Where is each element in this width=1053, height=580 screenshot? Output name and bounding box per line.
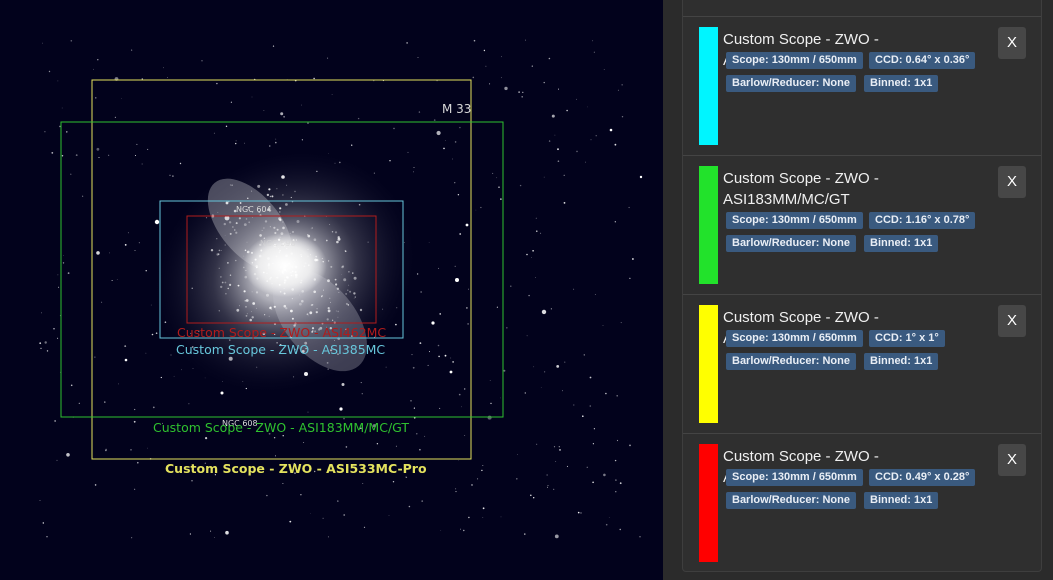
fov-label-asi533mc-pro: Custom Scope - ZWO - ASI533MC-Pro xyxy=(165,461,427,476)
ccd-badge: CCD: 0.64° x 0.36° xyxy=(869,52,976,69)
ngc604-label: NGC 604 xyxy=(236,205,272,214)
scope-badge: Scope: 130mm / 650mm xyxy=(726,52,863,69)
equipment-card-asi385mc: Custom Scope - ZWO - ASI385MC Scope: 130… xyxy=(683,16,1041,154)
color-swatch xyxy=(699,305,718,423)
equipment-card-asi183mm: Custom Scope - ZWO - ASI183MM/MC/GT Scop… xyxy=(683,155,1041,293)
equipment-list: Custom Scope - ZWO - ASI385MC Scope: 130… xyxy=(682,0,1042,572)
barlow-badge: Barlow/Reducer: None xyxy=(726,235,856,252)
color-swatch xyxy=(699,444,718,562)
fov-label-asi183: Custom Scope - ZWO - ASI183MM/MC/GT xyxy=(153,420,409,435)
ccd-badge: CCD: 1.16° x 0.78° xyxy=(869,212,976,229)
remove-button[interactable]: X xyxy=(998,444,1026,476)
color-swatch xyxy=(699,166,718,284)
scope-badge: Scope: 130mm / 650mm xyxy=(726,330,863,347)
ccd-badge: CCD: 1° x 1° xyxy=(869,330,945,347)
barlow-badge: Barlow/Reducer: None xyxy=(726,75,856,92)
ccd-badge: CCD: 0.49° x 0.28° xyxy=(869,469,976,486)
scope-badge: Scope: 130mm / 650mm xyxy=(726,469,863,486)
sky-view[interactable]: M 33 NGC 604 NGC 598 NGC 608 Custom Scop… xyxy=(0,0,663,580)
binned-badge: Binned: 1x1 xyxy=(864,492,939,509)
equipment-card-asi533mc-pro: Custom Scope - ZWO - ASI533MC-Pro Scope:… xyxy=(683,294,1041,432)
ngc598-label: NGC 598 xyxy=(260,239,296,248)
m33-label: M 33 xyxy=(442,102,471,116)
binned-badge: Binned: 1x1 xyxy=(864,235,939,252)
card-title: Custom Scope - ZWO - ASI183MM/MC/GT xyxy=(723,170,879,208)
remove-button[interactable]: X xyxy=(998,166,1026,198)
remove-button[interactable]: X xyxy=(998,305,1026,337)
color-swatch xyxy=(699,27,718,145)
fov-label-asi462mc: Custom Scope - ZWO - ASI462MC xyxy=(177,325,386,340)
barlow-badge: Barlow/Reducer: None xyxy=(726,353,856,370)
galaxy-m33 xyxy=(154,151,416,393)
fov-panel: Custom Scope - ZWO - ASI385MC Scope: 130… xyxy=(663,0,1053,580)
binned-badge: Binned: 1x1 xyxy=(864,75,939,92)
sky-chart: M 33 NGC 604 NGC 598 NGC 608 Custom Scop… xyxy=(39,39,643,539)
equipment-card-asi462mc: Custom Scope - ZWO - ASI462MC Scope: 130… xyxy=(683,433,1041,571)
remove-button[interactable]: X xyxy=(998,27,1026,59)
barlow-badge: Barlow/Reducer: None xyxy=(726,492,856,509)
scope-badge: Scope: 130mm / 650mm xyxy=(726,212,863,229)
binned-badge: Binned: 1x1 xyxy=(864,353,939,370)
fov-label-asi385mc: Custom Scope - ZWO - ASI385MC xyxy=(176,342,385,357)
